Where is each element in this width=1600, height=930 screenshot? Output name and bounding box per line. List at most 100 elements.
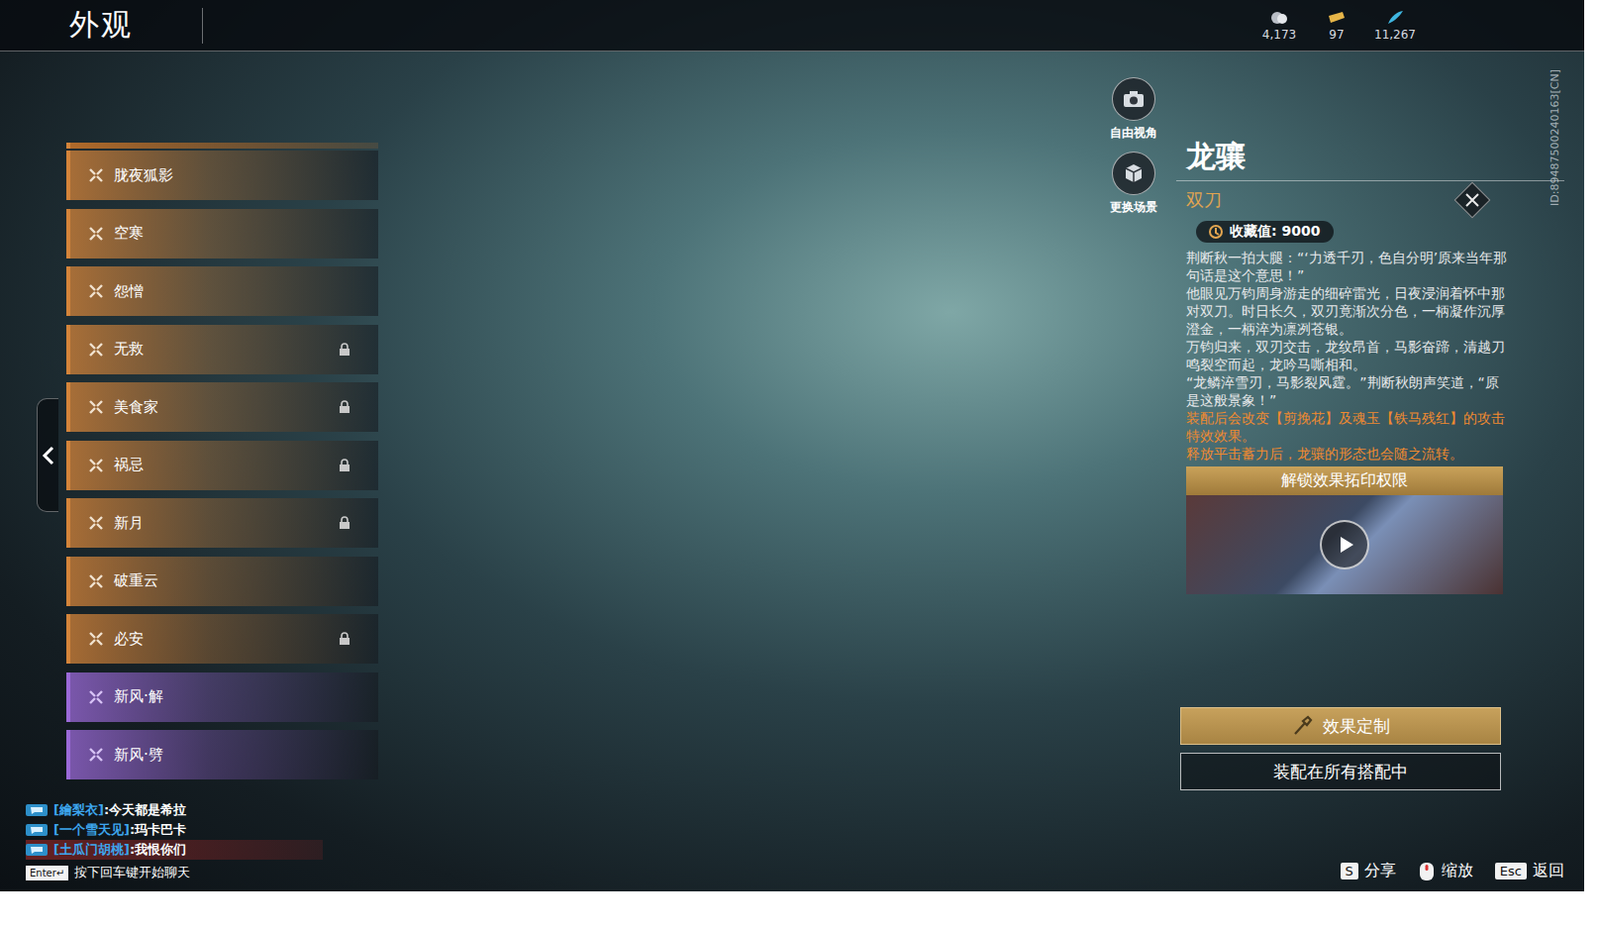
action-button[interactable]: 装配在所有搭配中 [1180, 752, 1501, 791]
cube-icon [1123, 163, 1144, 184]
effect-note: 释放平击蓄力后，龙骧的形态也会随之流转。 [1186, 444, 1511, 463]
skin-item[interactable]: 怨憎 [66, 266, 379, 316]
lock-icon [338, 400, 351, 414]
blades-icon [88, 283, 104, 300]
key-hint[interactable]: Esc返回 [1495, 860, 1565, 882]
page-title: 外观 [69, 4, 133, 46]
chat-badge-icon [25, 803, 48, 816]
ticket-icon [1326, 9, 1347, 26]
chat-message: [土瓜门胡桃]:我恨你们 [25, 839, 323, 860]
item-detail: 龙骧双刀收藏值: 9000荆断秋一拍大腿：“‘力透千刃，色自分明’原来当年那句话… [1178, 51, 1525, 795]
brush-icon [1291, 714, 1313, 737]
lock-icon [338, 631, 351, 646]
chat: [繪梨衣]:今天都是希拉[一个雪天见]:玛卡巴卡[土瓜门胡桃]:我恨你们Ente… [0, 794, 1090, 892]
currency-amount: 4,173 [1262, 27, 1297, 42]
effect-preview[interactable]: 解锁效果拓印权限 [1186, 466, 1503, 595]
story-paragraph: 他眼见万钧周身游走的细碎雷光，日夜浸润着怀中那对双刀。时日长久，双刃竟渐次分色，… [1186, 284, 1511, 338]
blades-icon [88, 746, 104, 763]
player-id: ID:89487500240163[CN] [1548, 69, 1562, 206]
dual-blades-icon [1463, 191, 1482, 209]
hint-label: 缩放 [1441, 860, 1474, 882]
view-buttons: 自由视角更换场景 [1089, 51, 1179, 795]
chat-sender: [土瓜门胡桃] [53, 839, 130, 860]
action-button[interactable]: 效果定制 [1180, 706, 1501, 745]
blades-icon [88, 225, 104, 242]
currency-amount: 11,267 [1374, 27, 1416, 42]
currency: 97 [1316, 9, 1357, 42]
skin-item[interactable]: 必安 [66, 613, 379, 664]
lock-icon [338, 458, 351, 473]
collection-icon [1207, 223, 1224, 240]
chat-message: [一个雪天见]:玛卡巴卡 [25, 819, 323, 840]
item-description: 荆断秋一拍大腿：“‘力透千刃，色自分明’原来当年那句话是这个意思！”他眼见万钧周… [1186, 248, 1511, 463]
blades-icon [88, 514, 104, 531]
skin-item[interactable]: 胧夜狐影 [66, 150, 379, 200]
chat-badge-icon [25, 823, 48, 836]
hint-label: 分享 [1364, 860, 1397, 882]
skin-name: 必安 [113, 629, 329, 649]
item-type: 双刀 [1186, 188, 1222, 212]
skin-list: 胧夜狐影空寒怨憎无救美食家祸忌新月破重云必安新风·解新风·劈 [66, 51, 379, 795]
skin-name: 美食家 [113, 398, 329, 417]
camera-icon [1122, 90, 1145, 108]
skin-item[interactable]: 破重云 [66, 556, 379, 606]
view-label: 自由视角 [1109, 124, 1158, 142]
lock-icon [338, 342, 351, 357]
chat-prompt[interactable]: Enter↵ 按下回车键开始聊天 [25, 863, 1090, 882]
story-paragraph: 万钧归来，双刃交击，龙纹昂首，马影奋蹄，清越刀鸣裂空而起，龙吟马嘶相和。 [1186, 337, 1511, 374]
spacer [1186, 594, 1525, 707]
skin-item[interactable]: 祸忌 [66, 440, 379, 491]
title-separator [201, 7, 203, 44]
feather-icon [1385, 9, 1405, 26]
chat-prompt-text: 按下回车键开始聊天 [74, 863, 191, 882]
skin-name: 破重云 [113, 571, 351, 591]
collection-value: 收藏值: 9000 [1229, 222, 1320, 241]
skin-name: 祸忌 [113, 455, 329, 475]
chat-text: :今天都是希拉 [103, 800, 187, 820]
skin-name: 怨憎 [113, 282, 351, 301]
coin-icon [1269, 9, 1290, 26]
blades-icon [88, 573, 104, 590]
chevron-left-icon [41, 444, 56, 467]
chat-text: :玛卡巴卡 [129, 819, 187, 840]
skin-item[interactable]: 新风·劈 [66, 729, 379, 780]
skin-name: 新月 [113, 513, 329, 533]
game-screen: 外观 4,173 97 11,267 胧夜狐影空寒怨憎无救美食家祸忌新月破重云必安新风·… [0, 0, 1585, 892]
preview-video [1186, 495, 1503, 595]
currencies: 4,173 97 11,267 [1259, 9, 1416, 42]
id-gutter: ID:89487500240163[CN] [1524, 51, 1585, 795]
view-circle [1111, 77, 1156, 121]
skin-item[interactable]: 美食家 [66, 382, 379, 432]
page: 外观 4,173 97 11,267 胧夜狐影空寒怨憎无救美食家祸忌新月破重云必安新风·… [0, 0, 1600, 930]
view-label: 更换场景 [1109, 199, 1158, 216]
blades-icon [88, 457, 104, 474]
key-hint[interactable]: S分享 [1340, 860, 1397, 882]
currency: 11,267 [1374, 9, 1416, 42]
view-button[interactable]: 自由视角 [1109, 77, 1158, 142]
skin-item[interactable]: 新月 [66, 498, 379, 548]
skin-item[interactable]: 空寒 [66, 208, 379, 259]
action-label: 装配在所有搭配中 [1273, 760, 1408, 784]
mouse-icon [1417, 861, 1436, 882]
skin-name: 新风·劈 [113, 745, 351, 765]
blades-icon [88, 630, 104, 647]
story-paragraph: “龙鳞淬雪刃，马影裂风霆。”荆断秋朗声笑道，“原是这般景象！” [1186, 373, 1511, 409]
skin-item[interactable]: 无救 [66, 324, 379, 375]
effect-note: 装配后会改变【剪挽花】及魂玉【铁马残红】的攻击特效效果。 [1186, 408, 1511, 445]
skin-name: 新风·解 [113, 687, 351, 706]
blades-icon [88, 399, 104, 415]
play-button[interactable] [1319, 519, 1370, 570]
enter-key: Enter↵ [25, 865, 69, 881]
lock-icon [338, 515, 351, 530]
currency-amount: 97 [1328, 27, 1344, 42]
collapse-button[interactable] [36, 398, 59, 512]
view-button[interactable]: 更换场景 [1109, 151, 1158, 216]
story-paragraph: 荆断秋一拍大腿：“‘力透千刃，色自分明’原来当年那句话是这个意思！” [1186, 248, 1511, 285]
type-row: 双刀 [1186, 187, 1525, 213]
skin-item[interactable]: 新风·解 [66, 672, 379, 722]
skin-name: 胧夜狐影 [113, 166, 351, 186]
main-area: 胧夜狐影空寒怨憎无救美食家祸忌新月破重云必安新风·解新风·劈自由视角更换场景龙骧… [0, 51, 1585, 892]
type-badge [1454, 182, 1492, 219]
list-scroll-edge [66, 142, 379, 149]
key-hint[interactable]: 缩放 [1417, 860, 1474, 882]
